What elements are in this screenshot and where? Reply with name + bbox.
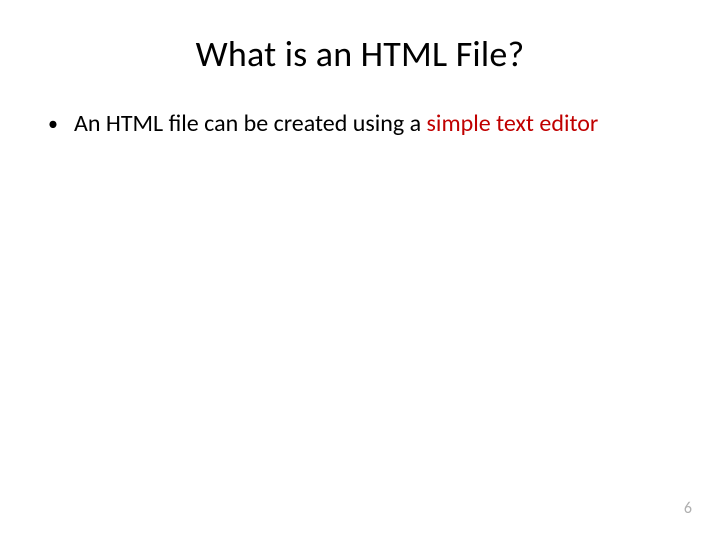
bullet-highlight: simple text editor — [427, 109, 599, 138]
bullet-prefix: An HTML file can be created using a — [74, 109, 427, 138]
bullet-item: • An HTML file can be created using a si… — [48, 110, 660, 139]
bullet-marker: • — [48, 110, 58, 136]
slide-title: What is an HTML File? — [0, 0, 720, 100]
bullet-text: An HTML file can be created using a simp… — [74, 110, 660, 139]
content-area: • An HTML file can be created using a si… — [0, 100, 720, 139]
page-number: 6 — [684, 499, 692, 518]
